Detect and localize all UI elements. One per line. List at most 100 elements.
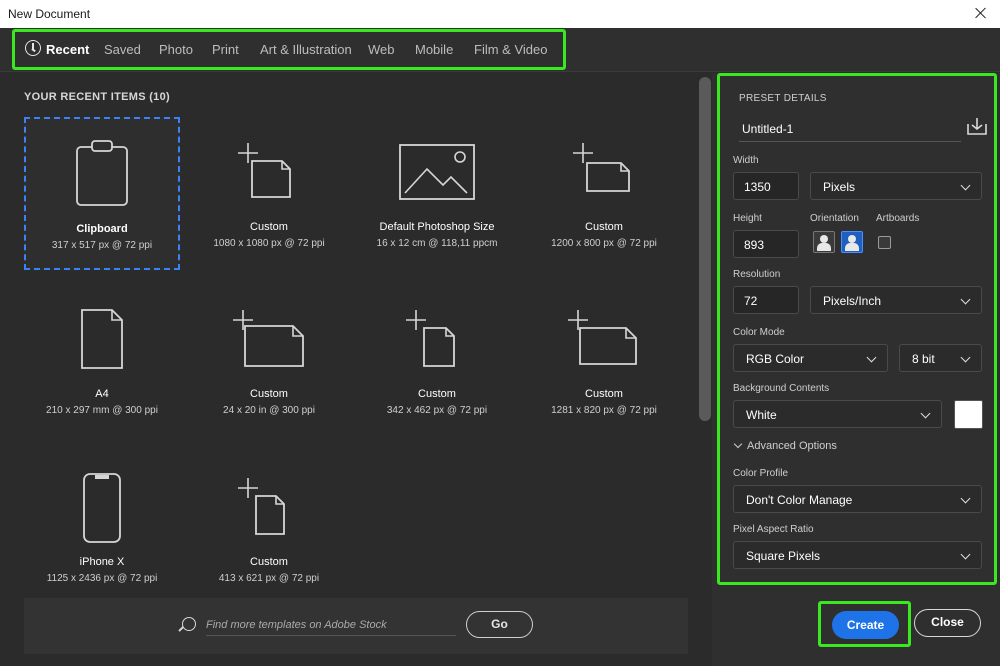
recent-count: (10) <box>149 91 170 103</box>
item-name: A4 <box>95 388 109 400</box>
chevron-down-icon <box>920 408 931 419</box>
pixel-aspect-value: Square Pixels <box>746 549 821 563</box>
background-value: White <box>746 408 777 422</box>
item-dims: 210 x 297 mm @ 300 ppi <box>46 405 158 416</box>
color-profile-select[interactable]: Don't Color Manage <box>733 485 982 513</box>
resolution-unit-select[interactable]: Pixels/Inch <box>810 286 982 314</box>
recent-item-custom-4[interactable]: Custom 342 x 462 px @ 72 ppi <box>359 284 515 437</box>
pixel-aspect-select[interactable]: Square Pixels <box>733 541 982 569</box>
recent-items-heading: YOUR RECENT ITEMS (10) <box>24 91 170 103</box>
recent-item-custom-5[interactable]: Custom 1281 x 820 px @ 72 ppi <box>526 284 682 437</box>
custom-doc-icon <box>406 310 455 367</box>
document-icon <box>81 309 123 369</box>
recent-item-iphone-x[interactable]: iPhone X 1125 x 2436 px @ 72 ppi <box>24 452 180 605</box>
color-mode-select[interactable]: RGB Color <box>733 344 888 372</box>
recent-item-a4[interactable]: A4 210 x 297 mm @ 300 ppi <box>24 284 180 437</box>
item-dims: 1281 x 820 px @ 72 ppi <box>551 405 657 416</box>
custom-doc-icon <box>238 478 285 535</box>
window-close-icon[interactable] <box>972 4 990 22</box>
pixel-aspect-label: Pixel Aspect Ratio <box>733 524 814 535</box>
custom-doc-icon <box>573 143 630 192</box>
recent-item-clipboard[interactable]: Clipboard 317 x 517 px @ 72 ppi <box>24 117 180 270</box>
recent-item-custom-6[interactable]: Custom 413 x 621 px @ 72 ppi <box>191 452 347 605</box>
item-dims: 1125 x 2436 px @ 72 ppi <box>46 573 158 584</box>
chevron-down-icon <box>866 352 877 363</box>
scrollbar[interactable] <box>699 77 711 597</box>
landscape-person-body <box>845 243 859 251</box>
portrait-person-icon <box>820 235 828 243</box>
window-title: New Document <box>8 7 91 21</box>
item-name: Custom <box>585 388 623 400</box>
search-icon <box>182 617 196 631</box>
width-unit-select[interactable]: Pixels <box>810 172 982 200</box>
recent-items-panel: YOUR RECENT ITEMS (10) Clipboard 317 x 5… <box>0 73 712 666</box>
stock-search-input[interactable] <box>206 614 456 636</box>
orientation-landscape-button[interactable] <box>841 231 863 253</box>
chevron-down-icon <box>960 180 971 191</box>
create-highlight-box: Create <box>818 601 911 647</box>
item-dims: 16 x 12 cm @ 118,11 ppcm <box>376 238 498 249</box>
item-name: Default Photoshop Size <box>379 221 495 233</box>
scrollbar-thumb[interactable] <box>699 77 711 421</box>
bit-depth-value: 8 bit <box>912 352 935 366</box>
height-input[interactable]: 893 <box>733 230 799 258</box>
close-button[interactable]: Close <box>914 609 981 637</box>
save-preset-icon[interactable] <box>966 116 988 136</box>
image-icon <box>399 144 475 200</box>
resolution-unit-value: Pixels/Inch <box>823 294 882 308</box>
advanced-options-label: Advanced Options <box>747 440 837 452</box>
background-label: Background Contents <box>733 383 830 394</box>
color-mode-label: Color Mode <box>733 327 785 338</box>
width-label: Width <box>733 155 759 166</box>
recent-heading-text: YOUR RECENT ITEMS <box>24 91 146 103</box>
item-name: Clipboard <box>76 223 128 235</box>
recent-item-custom-2[interactable]: Custom 1200 x 800 px @ 72 ppi <box>526 117 682 270</box>
custom-doc-icon <box>568 310 637 365</box>
artboards-checkbox[interactable] <box>878 236 891 249</box>
item-dims: 1200 x 800 px @ 72 ppi <box>551 238 657 249</box>
chevron-down-icon <box>960 294 971 305</box>
recent-item-default-photoshop[interactable]: Default Photoshop Size 16 x 12 cm @ 118,… <box>359 117 515 270</box>
clipboard-icon <box>76 140 128 206</box>
width-input[interactable]: 1350 <box>733 172 799 200</box>
item-name: iPhone X <box>79 556 125 568</box>
item-dims: 342 x 462 px @ 72 ppi <box>386 405 488 416</box>
color-mode-value: RGB Color <box>746 352 805 366</box>
preset-details-panel: PRESET DETAILS Untitled-1 Width 1350 Pix… <box>712 73 1000 666</box>
chevron-down-icon <box>960 549 971 560</box>
orientation-portrait-button[interactable] <box>813 231 835 253</box>
background-select[interactable]: White <box>733 400 942 428</box>
color-profile-label: Color Profile <box>733 468 789 479</box>
preset-heading: PRESET DETAILS <box>739 93 827 104</box>
bit-depth-select[interactable]: 8 bit <box>899 344 982 372</box>
landscape-person-icon <box>848 235 856 243</box>
recent-item-custom-1[interactable]: Custom 1080 x 1080 px @ 72 ppi <box>191 117 347 270</box>
custom-doc-icon <box>233 310 304 367</box>
create-button[interactable]: Create <box>832 611 899 639</box>
resolution-input[interactable]: 72 <box>733 286 799 314</box>
chevron-down-icon <box>960 352 971 363</box>
color-profile-value: Don't Color Manage <box>746 493 853 507</box>
item-name: Custom <box>250 388 288 400</box>
chevron-down-icon <box>960 493 971 504</box>
artboards-label: Artboards <box>876 213 920 224</box>
item-dims: 413 x 621 px @ 72 ppi <box>218 573 320 584</box>
document-name-field[interactable]: Untitled-1 <box>739 116 961 142</box>
category-tabbar: Recent Saved Photo Print Art & Illustrat… <box>0 28 1000 72</box>
stock-search-bar: Go <box>24 598 688 654</box>
item-dims: 24 x 20 in @ 300 ppi <box>223 405 315 416</box>
advanced-options-toggle[interactable]: Advanced Options <box>733 439 837 452</box>
item-name: Custom <box>418 388 456 400</box>
orientation-label: Orientation <box>810 213 859 224</box>
background-color-swatch[interactable] <box>954 400 983 429</box>
item-name: Custom <box>250 221 288 233</box>
item-name: Custom <box>250 556 288 568</box>
portrait-person-body <box>817 243 831 251</box>
item-name: Custom <box>585 221 623 233</box>
item-dims: 1080 x 1080 px @ 72 ppi <box>213 238 325 249</box>
phone-icon <box>83 473 121 543</box>
recent-item-custom-3[interactable]: Custom 24 x 20 in @ 300 ppi <box>191 284 347 437</box>
preset-details-highlight: PRESET DETAILS Untitled-1 Width 1350 Pix… <box>717 73 997 585</box>
window-titlebar: New Document <box>0 0 1000 28</box>
go-button[interactable]: Go <box>466 611 533 638</box>
